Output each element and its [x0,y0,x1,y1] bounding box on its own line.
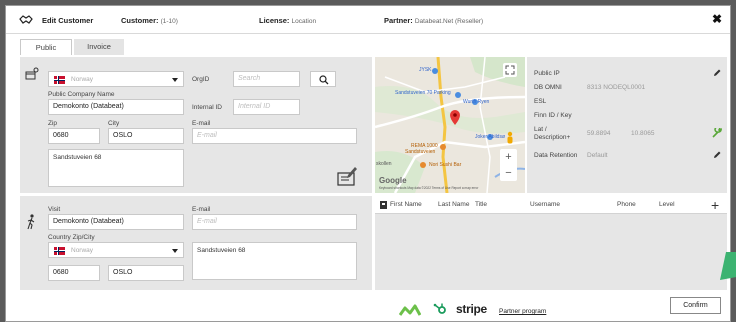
city-input[interactable]: OSLO [108,128,184,144]
tab-invoice[interactable]: Invoice [74,39,124,55]
zip-label: Zip [48,120,58,127]
pencil-icon[interactable] [713,69,721,77]
fullscreen-icon [505,65,515,75]
map-label-jysk: JYSK [419,67,432,73]
chevron-down-icon [172,249,178,253]
partner-logo-icon [399,304,421,316]
lat-label: Lat / [534,126,547,133]
visit-address-textarea[interactable]: Sandstuveien 68 [192,242,357,280]
map-label-parking: Sandstuveien 70 Parking [395,90,451,96]
lon-value: 10.8065 [631,130,655,137]
street-view-pegman-icon[interactable] [505,131,515,145]
column-first-name[interactable]: First Name [390,201,422,208]
public-name-input[interactable]: Demokonto (Databeat) [48,99,184,115]
db-omni-value: 8313 NODEQL0001 [587,84,646,91]
dialog-title: Edit Customer [42,16,94,25]
map-zoom-controls: + − [500,149,517,181]
visit-country-select[interactable]: Norway [48,242,184,258]
license-info: License: Location [259,16,317,25]
location-map[interactable]: JYSK Sandstuveien 70 Parking Wurth Ryen … [375,57,525,193]
orgid-label: OrgID [192,76,210,83]
customer-info: Customer: (1-10) [121,16,178,25]
map-label-kollen: skollen [376,161,392,167]
shop-pin-icon [25,67,39,80]
handshake-icon [19,15,33,24]
visit-zip-input[interactable]: 0680 [48,265,100,281]
hubspot-logo-icon [433,303,446,314]
map-label-rema-sub: Sandstuveien [405,149,436,155]
visit-email-label: E-mail [192,206,211,213]
column-phone[interactable]: Phone [617,201,636,208]
email-label: E-mail [192,120,211,127]
column-title[interactable]: Title [475,201,487,208]
company-country-select[interactable]: Norway [48,71,184,87]
norway-flag-icon [54,76,65,84]
visit-email-input[interactable]: E-mail [192,214,357,230]
fullscreen-button[interactable] [503,63,517,77]
city-label: City [108,120,120,127]
public-name-label: Public Company Name [48,91,115,98]
company-panel: Norway OrgID Search Public Company Name … [20,57,372,193]
close-icon[interactable]: ✖ [712,12,722,26]
map-attribution: Keyboard shortcuts Map data ©2022 Terms … [379,186,479,190]
column-username[interactable]: Username [530,201,560,208]
description-label: Description+ [534,134,571,141]
pencil-icon[interactable] [713,151,721,159]
stripe-logo: stripe [456,302,487,316]
visit-panel: Visit Demokonto (Databeat) E-mail E-mail… [20,196,372,290]
lat-value: 59.8894 [587,130,611,137]
visit-label: Visit [48,206,61,213]
address-textarea[interactable]: Sandstuveien 68 [48,149,184,187]
map-label-joker: Joker Abildsø [475,134,506,140]
country-zip-city-label: Country Zip/City [48,234,95,241]
tab-public[interactable]: Public [20,39,72,55]
partner-info: Partner: Databeat.Net (Reseller) [384,16,484,25]
map-label-nori: Nori Sushi Bar [429,162,462,168]
chevron-down-icon [172,78,178,82]
partner-program-link[interactable]: Partner program [499,308,546,315]
confirm-button[interactable]: Confirm [670,297,721,314]
visit-city-input[interactable]: OSLO [108,265,184,281]
visit-name-input[interactable]: Demokonto (Databeat) [48,214,184,230]
zip-input[interactable]: 0680 [48,128,100,144]
corner-tab-icon [720,252,736,280]
orgid-search-input[interactable]: Search [233,71,300,87]
data-retention-value: Default [587,152,608,159]
zoom-out-button[interactable]: − [500,165,517,181]
contacts-header: First Name Last Name Title Username Phon… [375,196,727,214]
map-label-wurth: Wurth Ryen [463,99,490,105]
internal-id-input[interactable]: Internal ID [233,99,300,115]
internal-id-label: Internal ID [192,104,222,111]
dialog-header: Edit Customer Customer: (1-10) License: … [6,6,730,34]
google-logo: Google [379,176,407,185]
search-button[interactable] [310,71,336,87]
contact-card-icon [380,201,387,209]
contacts-table: First Name Last Name Title Username Phon… [375,196,727,290]
technical-info-panel: Public IP DB OMNI 8313 NODEQL0001 ESL Fi… [527,57,727,193]
column-level[interactable]: Level [659,201,675,208]
column-last-name[interactable]: Last Name [438,201,469,208]
edit-customer-dialog: Edit Customer Customer: (1-10) License: … [5,5,731,322]
public-ip-label: Public IP [534,70,560,77]
db-omni-label: DB OMNI [534,84,562,91]
edit-note-icon[interactable] [336,165,358,187]
email-input[interactable]: E-mail [192,128,357,144]
esl-label: ESL [534,98,547,105]
norway-flag-icon [54,247,65,255]
add-contact-button[interactable]: + [711,196,719,214]
search-icon [319,75,329,85]
wrench-icon[interactable] [712,128,722,138]
walking-person-icon [27,214,35,230]
finn-id-label: Finn ID / Key [534,112,572,119]
zoom-in-button[interactable]: + [500,149,517,165]
data-retention-label: Data Retention [534,152,578,159]
